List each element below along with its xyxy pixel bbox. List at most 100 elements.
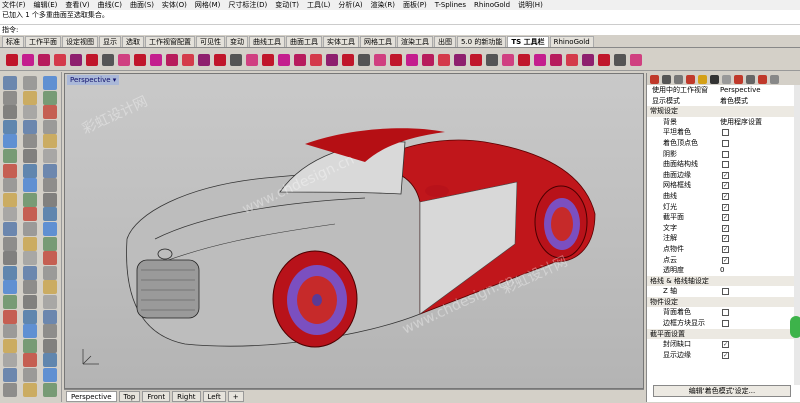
tspline-tool-icon[interactable] xyxy=(518,53,530,66)
panel-row[interactable]: 截平面 ✓ xyxy=(647,212,800,223)
tspline-tool-icon[interactable] xyxy=(438,53,450,66)
panel-checkbox[interactable] xyxy=(722,161,729,169)
tspline-tool-icon[interactable] xyxy=(454,53,466,66)
panel-tab-icon[interactable] xyxy=(758,74,767,84)
tspline-tool-icon[interactable] xyxy=(150,53,162,66)
perspective-viewport[interactable]: Perspective ▾ www.chdesign.cn www.chdesi… xyxy=(64,73,644,389)
tool-icon[interactable] xyxy=(23,368,37,382)
panel-checkbox[interactable] xyxy=(722,129,729,137)
tspline-tool-icon[interactable] xyxy=(230,53,242,66)
tool-icon[interactable] xyxy=(43,76,57,90)
tspline-tool-icon[interactable] xyxy=(262,53,274,66)
tool-icon[interactable] xyxy=(3,353,17,368)
tool-icon[interactable] xyxy=(43,134,57,149)
panel-checkbox[interactable] xyxy=(722,288,729,296)
tool-icon[interactable] xyxy=(3,134,17,149)
panel-checkbox[interactable] xyxy=(722,139,729,147)
panel-tab-icon[interactable] xyxy=(734,74,743,84)
panel-row[interactable]: 注解 ✓ xyxy=(647,233,800,244)
tspline-tool-icon[interactable] xyxy=(534,53,546,66)
tool-icon[interactable] xyxy=(23,149,37,163)
green-side-button[interactable] xyxy=(790,316,800,338)
panel-row[interactable]: 平坦着色 xyxy=(647,127,800,138)
tool-icon[interactable] xyxy=(23,134,37,149)
tool-icon[interactable] xyxy=(3,368,17,382)
tool-icon[interactable] xyxy=(23,265,37,280)
toolbar-tab[interactable]: 设定视图 xyxy=(62,36,98,47)
tool-icon[interactable] xyxy=(43,119,57,134)
panel-row[interactable]: 点云 ✓ xyxy=(647,255,800,266)
menu-item[interactable]: 工具(L) xyxy=(307,0,330,10)
panel-checkbox[interactable] xyxy=(722,320,729,328)
tool-icon[interactable] xyxy=(3,149,17,163)
tspline-tool-icon[interactable] xyxy=(614,53,626,66)
panel-tab-icon[interactable] xyxy=(698,74,707,84)
panel-checkbox[interactable]: ✓ xyxy=(722,256,729,264)
tool-icon[interactable] xyxy=(43,382,57,397)
tool-icon[interactable] xyxy=(23,192,37,207)
tool-icon[interactable] xyxy=(43,353,57,368)
toolbar-tab[interactable]: 显示 xyxy=(99,36,121,47)
tool-icon[interactable] xyxy=(3,265,17,280)
tool-icon[interactable] xyxy=(23,382,37,397)
tool-icon[interactable] xyxy=(23,324,37,339)
tool-icon[interactable] xyxy=(23,178,37,193)
tspline-tool-icon[interactable] xyxy=(70,53,82,66)
panel-checkbox[interactable]: ✓ xyxy=(722,235,729,243)
tool-icon[interactable] xyxy=(43,265,57,280)
menu-item[interactable]: 分析(A) xyxy=(338,0,362,10)
tspline-tool-icon[interactable] xyxy=(278,53,290,66)
tool-icon[interactable] xyxy=(23,309,37,324)
menu-item[interactable]: 查看(V) xyxy=(65,0,89,10)
tool-icon[interactable] xyxy=(3,236,17,251)
panel-tab-icon[interactable] xyxy=(674,74,683,84)
panel-checkbox[interactable] xyxy=(722,150,729,158)
panel-row[interactable]: 背景 使用程序设置 xyxy=(647,117,800,128)
panel-row[interactable]: 灯光 ✓ xyxy=(647,202,800,213)
tool-icon[interactable] xyxy=(43,251,57,266)
tool-icon[interactable] xyxy=(43,368,57,382)
panel-row[interactable]: 点物件 ✓ xyxy=(647,244,800,255)
panel-checkbox[interactable]: ✓ xyxy=(722,351,729,359)
tspline-tool-icon[interactable] xyxy=(550,53,562,66)
panel-row[interactable]: 背面着色 xyxy=(647,307,800,318)
tool-icon[interactable] xyxy=(3,295,17,309)
panel-row[interactable]: 显示模式 着色模式 xyxy=(647,96,800,107)
toolbar-tab[interactable]: 曲线工具 xyxy=(249,36,285,47)
car-model[interactable]: www.chdesign.cn www.chdesign.cn 彩虹设计网 彩虹… xyxy=(65,74,644,389)
tool-icon[interactable] xyxy=(23,76,37,90)
panel-tab-icon[interactable] xyxy=(722,74,731,84)
menu-item[interactable]: 面板(P) xyxy=(403,0,427,10)
menu-item[interactable]: 渲染(R) xyxy=(371,0,395,10)
tool-icon[interactable] xyxy=(3,76,17,90)
tool-icon[interactable] xyxy=(3,324,17,339)
command-line[interactable]: 指令: xyxy=(0,24,800,35)
panel-checkbox[interactable]: ✓ xyxy=(722,214,729,222)
tspline-tool-icon[interactable] xyxy=(246,53,258,66)
tool-icon[interactable] xyxy=(3,105,17,120)
panel-tab-icon[interactable] xyxy=(650,74,659,84)
tool-icon[interactable] xyxy=(23,338,37,353)
tool-icon[interactable] xyxy=(3,178,17,193)
panel-row[interactable]: 透明度 0 xyxy=(647,265,800,276)
add-viewport-tab-icon[interactable]: + xyxy=(227,390,244,402)
viewport-tab[interactable]: Perspective xyxy=(66,390,117,402)
panel-checkbox[interactable]: ✓ xyxy=(722,224,729,232)
tspline-tool-icon[interactable] xyxy=(358,53,370,66)
toolbar-tab[interactable]: 曲面工具 xyxy=(286,36,322,47)
tspline-tool-icon[interactable] xyxy=(598,53,610,66)
panel-row-value[interactable]: 着色模式 xyxy=(720,96,748,107)
tspline-tool-icon[interactable] xyxy=(566,53,578,66)
toolbar-tab[interactable]: RhinoGold xyxy=(549,36,594,47)
tspline-tool-icon[interactable] xyxy=(166,53,178,66)
panel-checkbox[interactable]: ✓ xyxy=(722,171,729,179)
tspline-tool-icon[interactable] xyxy=(134,53,146,66)
toolbar-tab[interactable]: 实体工具 xyxy=(323,36,359,47)
tool-icon[interactable] xyxy=(23,295,37,309)
menu-item[interactable]: T-Splines xyxy=(435,0,466,10)
panel-row-value[interactable]: 0 xyxy=(720,265,724,276)
toolbar-tab[interactable]: 可见性 xyxy=(196,36,225,47)
edit-display-mode-button[interactable]: 编辑'着色模式'设定... xyxy=(653,385,791,397)
menu-item[interactable]: 曲面(S) xyxy=(130,0,154,10)
toolbar-tab[interactable]: 渲染工具 xyxy=(397,36,433,47)
